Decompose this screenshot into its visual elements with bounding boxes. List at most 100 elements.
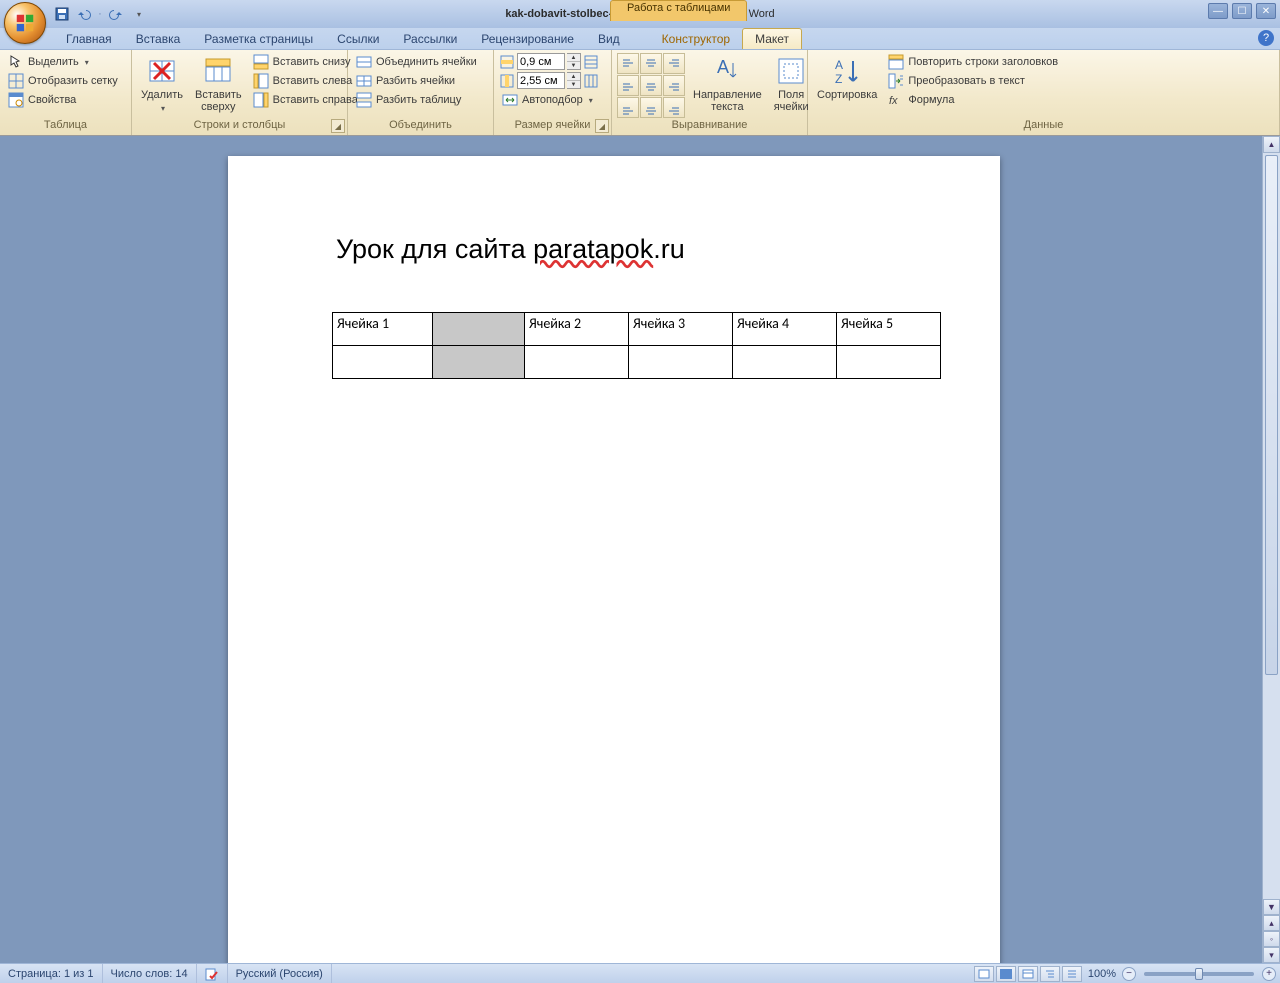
scroll-up-button[interactable]: ▲ — [1263, 136, 1280, 153]
tab-review[interactable]: Рецензирование — [469, 29, 586, 49]
tab-insert[interactable]: Вставка — [124, 29, 193, 49]
insert-below-button[interactable]: Вставить снизу — [250, 53, 361, 71]
table-cell[interactable] — [333, 346, 433, 379]
table-cell[interactable] — [733, 346, 837, 379]
tab-references[interactable]: Ссылки — [325, 29, 391, 49]
next-page-button[interactable]: ▾ — [1263, 947, 1280, 963]
split-cells-button[interactable]: Разбить ячейки — [353, 72, 480, 90]
align-bc[interactable] — [640, 97, 662, 118]
repeat-header-rows-button[interactable]: Повторить строки заголовков — [885, 53, 1061, 71]
autofit-button[interactable]: Автоподбор▾ — [499, 91, 596, 109]
tab-layout[interactable]: Макет — [742, 28, 802, 49]
dialog-launcher[interactable]: ◢ — [331, 119, 345, 133]
browse-object-button[interactable]: ◦ — [1263, 931, 1280, 947]
properties-button[interactable]: Свойства — [5, 91, 121, 109]
view-gridlines-button[interactable]: Отобразить сетку — [5, 72, 121, 90]
tab-pagelayout[interactable]: Разметка страницы — [192, 29, 325, 49]
select-button[interactable]: Выделить▾ — [5, 53, 121, 71]
convert-to-text-button[interactable]: Преобразовать в текст — [885, 72, 1061, 90]
align-mr[interactable] — [663, 75, 685, 96]
col-width-stepper[interactable]: ▲▼ — [567, 72, 581, 89]
table-cell[interactable] — [629, 346, 733, 379]
scroll-down-button[interactable]: ▼ — [1263, 899, 1280, 915]
row-height-icon — [499, 54, 515, 70]
qat-sep: · — [96, 4, 104, 24]
table-cell[interactable]: Ячейка 5 — [837, 313, 941, 346]
help-button[interactable]: ? — [1258, 30, 1274, 46]
text-direction-button[interactable]: A Направление текста — [689, 53, 766, 115]
zoom-in-button[interactable]: + — [1262, 967, 1276, 981]
sort-button[interactable]: AZ Сортировка — [813, 53, 881, 103]
group-data: AZ Сортировка Повторить строки заголовко… — [808, 50, 1280, 135]
align-ml[interactable] — [617, 75, 639, 96]
align-tc[interactable] — [640, 53, 662, 74]
page[interactable]: Урок для сайта paratapok.ru Ячейка 1Ячей… — [228, 156, 1000, 963]
table-cell[interactable] — [433, 346, 525, 379]
view-full-screen[interactable] — [996, 966, 1016, 982]
split-table-button[interactable]: Разбить таблицу — [353, 91, 480, 109]
tab-mailings[interactable]: Рассылки — [391, 29, 469, 49]
close-button[interactable]: ✕ — [1256, 3, 1276, 19]
table-cell[interactable]: Ячейка 2 — [525, 313, 629, 346]
status-language[interactable]: Русский (Россия) — [228, 964, 332, 983]
prev-page-button[interactable]: ▴ — [1263, 915, 1280, 931]
tab-view[interactable]: Вид — [586, 29, 632, 49]
undo-button[interactable] — [74, 4, 94, 24]
cell-margins-button[interactable]: Поля ячейки — [770, 53, 813, 115]
align-tl[interactable] — [617, 53, 639, 74]
row-height-input[interactable] — [517, 53, 565, 70]
view-draft[interactable] — [1062, 966, 1082, 982]
align-mc[interactable] — [640, 75, 662, 96]
align-br[interactable] — [663, 97, 685, 118]
insert-right-button[interactable]: Вставить справа — [250, 91, 361, 109]
view-web-layout[interactable] — [1018, 966, 1038, 982]
status-words[interactable]: Число слов: 14 — [103, 964, 197, 983]
col-width-input[interactable] — [517, 72, 565, 89]
minimize-button[interactable]: — — [1208, 3, 1228, 19]
document-area[interactable]: Урок для сайта paratapok.ru Ячейка 1Ячей… — [0, 136, 1280, 963]
zoom-level[interactable]: 100% — [1088, 968, 1116, 980]
align-bl[interactable] — [617, 97, 639, 118]
insert-above-button[interactable]: Вставить сверху — [191, 53, 246, 115]
scroll-thumb[interactable] — [1265, 155, 1278, 675]
table-cell[interactable] — [525, 346, 629, 379]
view-outline[interactable] — [1040, 966, 1060, 982]
maximize-button[interactable]: ☐ — [1232, 3, 1252, 19]
status-page[interactable]: Страница: 1 из 1 — [0, 964, 103, 983]
row-height-stepper[interactable]: ▲▼ — [567, 53, 581, 70]
svg-text:fx: fx — [889, 95, 898, 107]
delete-button[interactable]: Удалить▾ — [137, 53, 187, 117]
merge-cells-button[interactable]: Объединить ячейки — [353, 53, 480, 71]
distribute-rows-button[interactable] — [583, 54, 599, 70]
formula-button[interactable]: fx Формула — [885, 91, 1061, 109]
view-print-layout[interactable] — [974, 966, 994, 982]
vertical-scrollbar[interactable]: ▲ ▼ ▴ ◦ ▾ — [1262, 136, 1280, 963]
quick-access-toolbar: · ▾ — [52, 4, 148, 24]
save-button[interactable] — [52, 4, 72, 24]
text-direction-icon: A — [711, 55, 743, 87]
align-tr[interactable] — [663, 53, 685, 74]
status-proofing[interactable] — [197, 964, 228, 983]
zoom-slider[interactable] — [1144, 972, 1254, 976]
document-heading[interactable]: Урок для сайта paratapok.ru — [336, 234, 685, 265]
office-button[interactable] — [4, 2, 46, 44]
table-cell[interactable] — [433, 313, 525, 346]
status-bar: Страница: 1 из 1 Число слов: 14 Русский … — [0, 963, 1280, 983]
tab-design[interactable]: Конструктор — [650, 29, 742, 49]
table-cell[interactable]: Ячейка 1 — [333, 313, 433, 346]
zoom-out-button[interactable]: − — [1122, 967, 1136, 981]
distribute-cols-button[interactable] — [583, 73, 599, 89]
table-cell[interactable]: Ячейка 4 — [733, 313, 837, 346]
table-cell[interactable] — [837, 346, 941, 379]
group-label-merge: Объединить — [348, 119, 493, 135]
insert-left-button[interactable]: Вставить слева — [250, 72, 361, 90]
dialog-launcher[interactable]: ◢ — [595, 119, 609, 133]
table-cell[interactable]: Ячейка 3 — [629, 313, 733, 346]
tab-home[interactable]: Главная — [54, 29, 124, 49]
convert-icon — [888, 73, 904, 89]
qat-customize[interactable]: ▾ — [128, 4, 148, 24]
document-table[interactable]: Ячейка 1 Ячейка 2Ячейка 3Ячейка 4Ячейка 5 — [332, 312, 941, 379]
sort-icon: AZ — [831, 55, 863, 87]
redo-button[interactable] — [106, 4, 126, 24]
group-merge: Объединить ячейки Разбить ячейки Разбить… — [348, 50, 494, 135]
